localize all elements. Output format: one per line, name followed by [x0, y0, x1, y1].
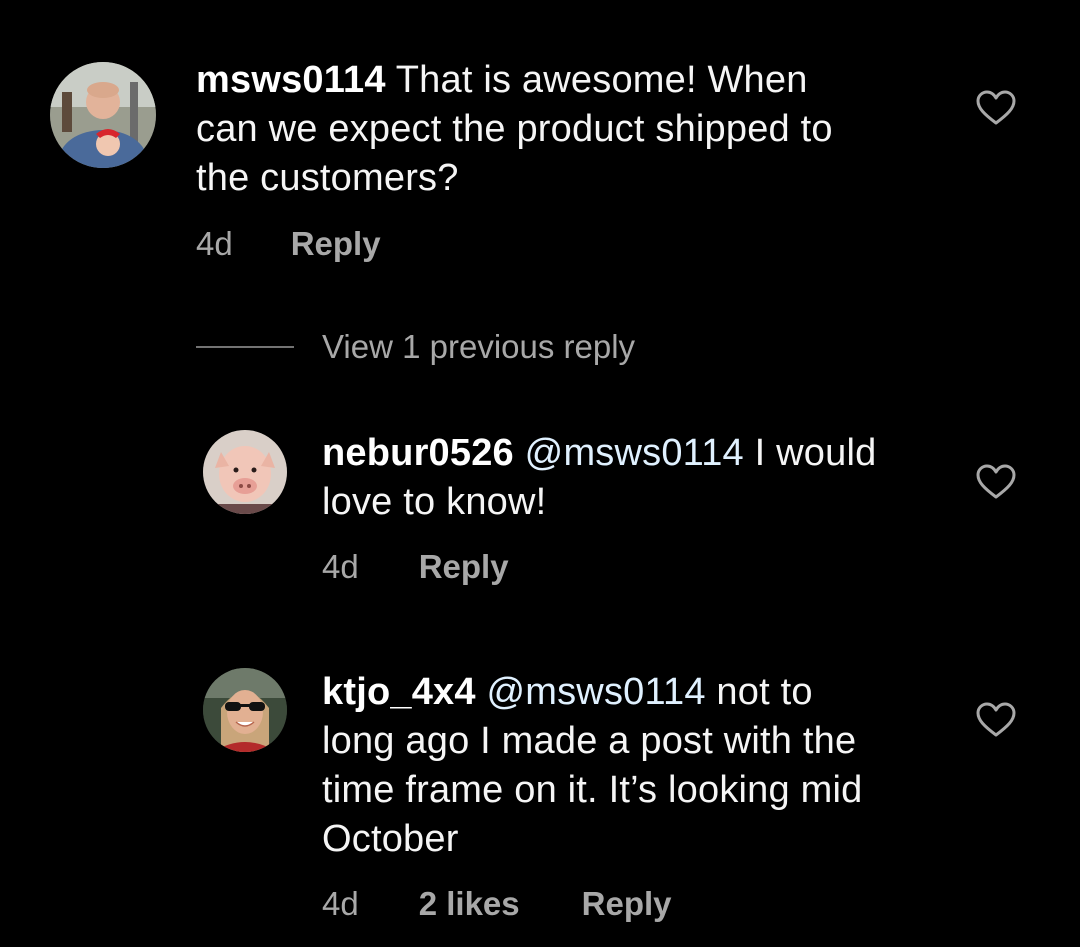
comment-line: October: [322, 818, 459, 860]
username-link[interactable]: msws0114: [196, 59, 386, 101]
view-replies-label: View 1 previous reply: [322, 328, 636, 365]
reply-button[interactable]: Reply: [582, 885, 672, 922]
comment-line: the customers?: [196, 157, 459, 199]
comment-meta: 4d Reply: [322, 547, 509, 587]
comment-ktjo_4x4: ktjo_4x4 @msws0114 not to long ago I mad…: [0, 640, 1080, 947]
like-heart-icon[interactable]: [976, 702, 1016, 738]
comment-line: love to know!: [322, 481, 547, 523]
like-heart-icon[interactable]: [976, 90, 1016, 126]
avatar[interactable]: [50, 62, 156, 168]
comment-nebur0526: nebur0526 @msws0114 I would love to know…: [0, 400, 1080, 600]
comment-line: can we expect the product shipped to: [196, 108, 833, 150]
comment-meta: 4d Reply: [196, 224, 381, 264]
comment-line: I would: [754, 432, 877, 474]
reply-button[interactable]: Reply: [291, 225, 381, 262]
timestamp[interactable]: 4d: [196, 224, 233, 264]
mention-link[interactable]: @msws0114: [486, 671, 705, 713]
profile-photo-pig-icon: [203, 430, 287, 514]
likes-count[interactable]: 2 likes: [419, 885, 520, 922]
comment-line: That is awesome! When: [395, 59, 808, 101]
username-link[interactable]: ktjo_4x4: [322, 671, 476, 713]
comment-line: not to: [716, 671, 813, 713]
comment-text: nebur0526 @msws0114 I would love to know…: [322, 429, 962, 527]
username-link[interactable]: nebur0526: [322, 432, 514, 474]
comment-meta: 4d 2 likes Reply: [322, 884, 672, 924]
comment-text: msws0114 That is awesome! When can we ex…: [196, 56, 956, 203]
like-heart-icon[interactable]: [976, 464, 1016, 500]
mention-link[interactable]: @msws0114: [525, 432, 744, 474]
timestamp[interactable]: 4d: [322, 884, 359, 924]
avatar[interactable]: [203, 668, 287, 752]
profile-photo-woman-sunglasses-icon: [203, 668, 287, 752]
comment-line: long ago I made a post with the: [322, 720, 857, 762]
profile-photo-man-with-baby-icon: [50, 62, 156, 168]
view-previous-replies-button[interactable]: View 1 previous reply: [196, 325, 635, 369]
reply-button[interactable]: Reply: [419, 548, 509, 585]
divider: [196, 346, 294, 348]
comment-line: time frame on it. It’s looking mid: [322, 769, 863, 811]
comment-text: ktjo_4x4 @msws0114 not to long ago I mad…: [322, 668, 962, 864]
timestamp[interactable]: 4d: [322, 547, 359, 587]
comment-msws0114: msws0114 That is awesome! When can we ex…: [0, 0, 1080, 280]
avatar[interactable]: [203, 430, 287, 514]
